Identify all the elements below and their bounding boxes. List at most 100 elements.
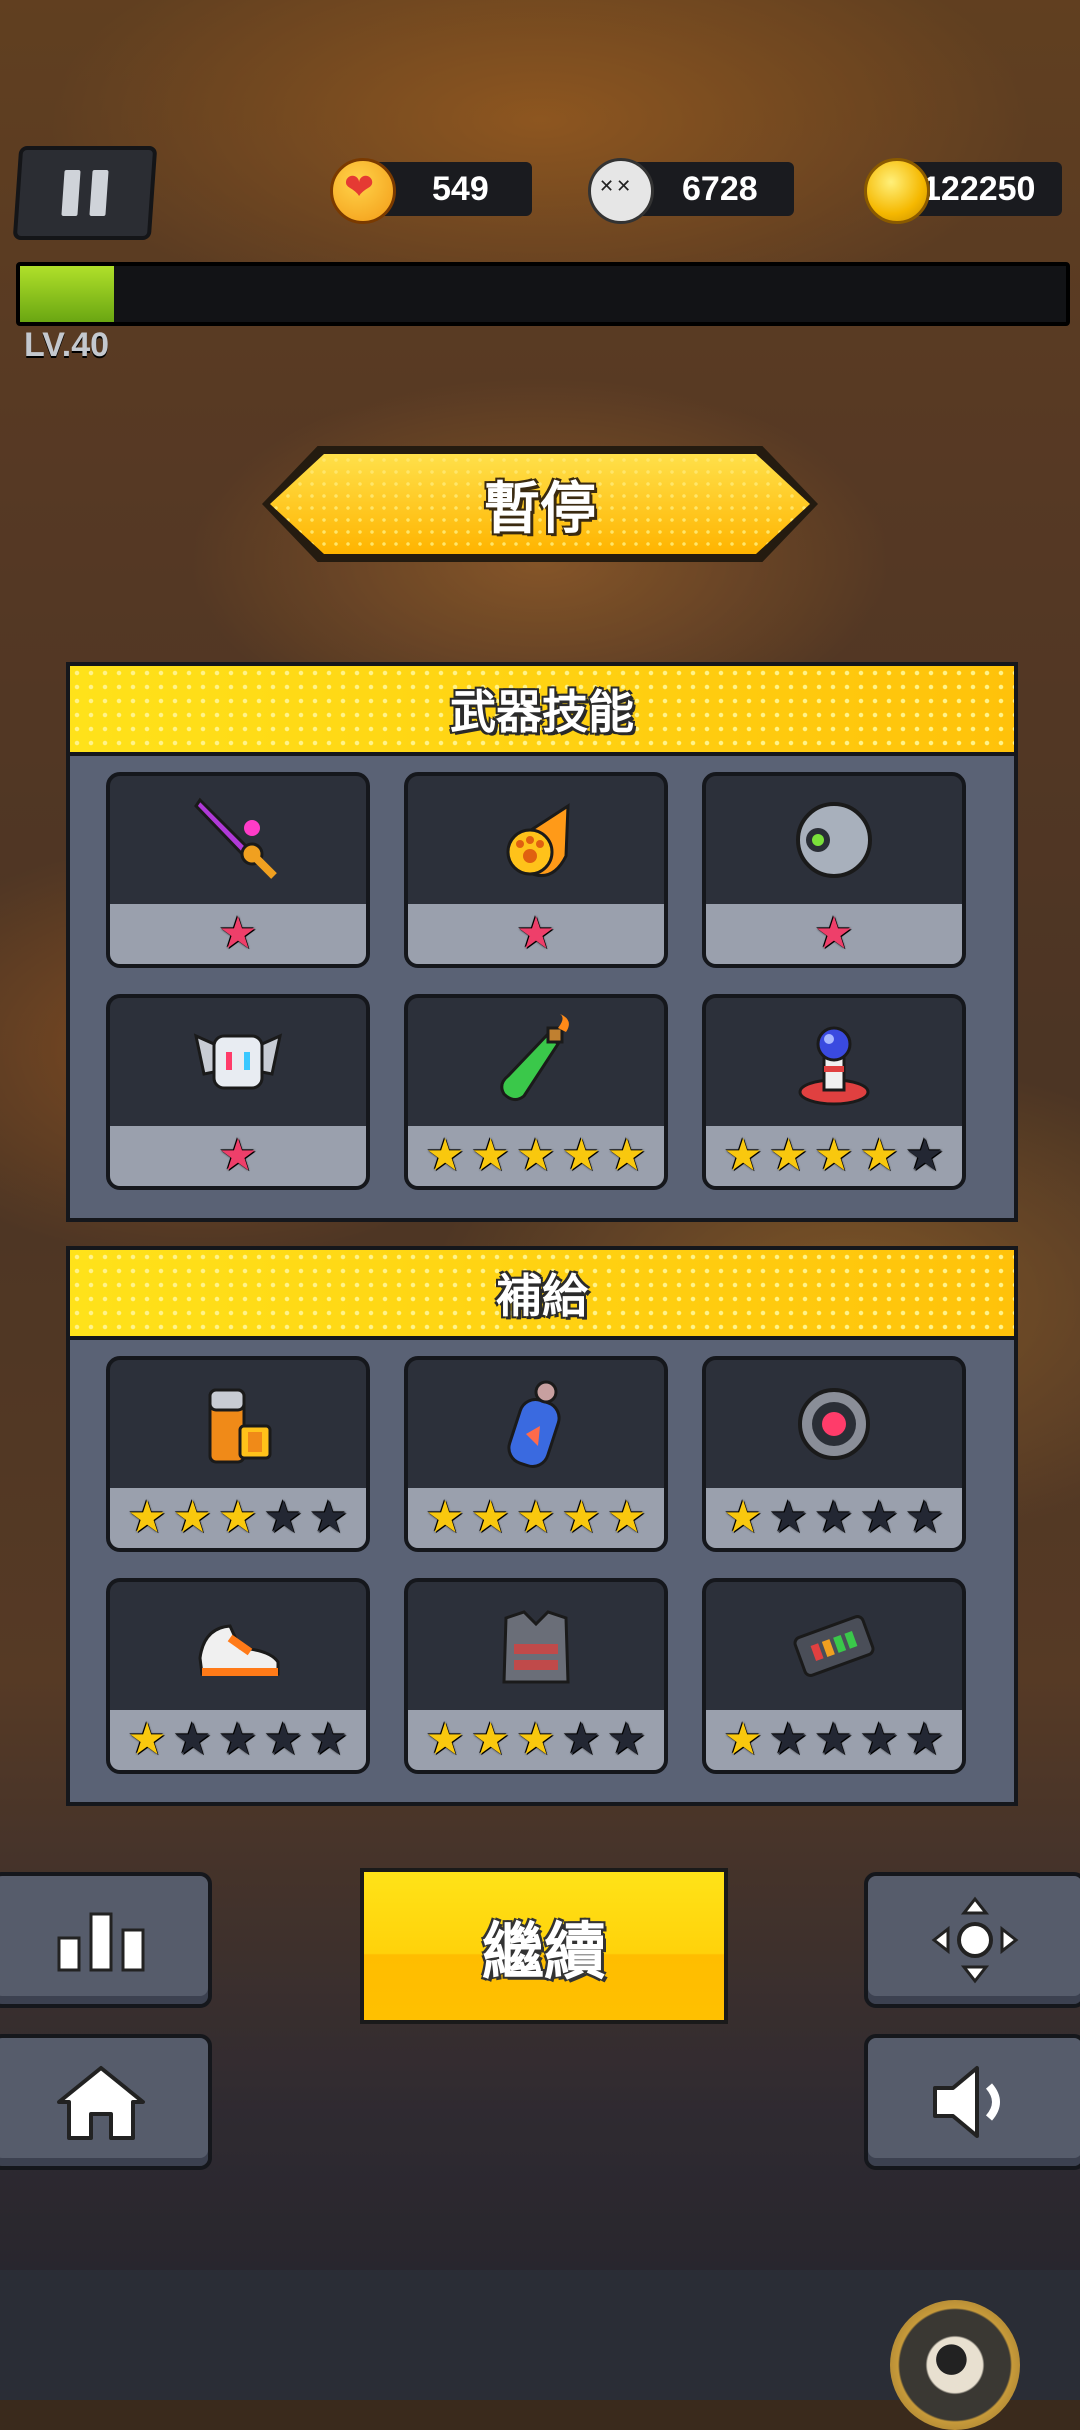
star-filled-icon: ★ (172, 1492, 213, 1543)
star-filled-icon: ★ (516, 1714, 556, 1765)
weapon-skill-card[interactable]: ★ (106, 994, 370, 1190)
weapon-skills-header: 武器技能 (70, 666, 1014, 756)
star-rating: ★ ★ ★ ★ ★ (408, 1126, 664, 1186)
xp-bar-fill (20, 266, 115, 322)
supply-header: 補給 (70, 1250, 1014, 1340)
star-filled-icon: ★ (218, 1492, 258, 1543)
pause-icon (61, 170, 81, 216)
robot-drone-icon (110, 998, 366, 1126)
star-filled-icon: ★ (425, 1492, 465, 1543)
orb-drone-icon (706, 776, 962, 904)
star-filled-icon: ★ (814, 908, 854, 959)
joystick-dpad-icon (931, 1896, 1019, 1984)
supply-item-card[interactable]: ★ ★ ★ ★ ★ (404, 1578, 668, 1774)
star-filled-icon: ★ (218, 908, 258, 959)
star-empty-icon: ★ (172, 1714, 213, 1765)
coins-counter: 122250 (864, 158, 1062, 224)
paw-fireball-icon (408, 776, 664, 904)
star-filled-icon: ★ (425, 1714, 465, 1765)
star-rating: ★ (408, 904, 664, 964)
lives-counter: 549 (330, 158, 532, 224)
lives-value: 549 (432, 169, 489, 208)
supply-item-card[interactable]: ★ ★ ★ ★ ★ (106, 1578, 370, 1774)
supply-item-card[interactable]: ★ ★ ★ ★ ★ (404, 1356, 668, 1552)
weapon-skill-card[interactable]: ★ (702, 772, 966, 968)
star-rating: ★ (110, 904, 366, 964)
star-empty-icon: ★ (905, 1714, 945, 1765)
oxygen-canister-icon (408, 1360, 664, 1488)
home-icon (57, 2066, 145, 2140)
supply-item-card[interactable]: ★ ★ ★ ★ ★ (106, 1356, 370, 1552)
star-filled-icon: ★ (561, 1492, 602, 1543)
star-filled-icon: ★ (127, 1714, 167, 1765)
star-empty-icon: ★ (905, 1130, 945, 1181)
star-filled-icon: ★ (607, 1130, 647, 1181)
star-empty-icon: ★ (607, 1714, 647, 1765)
supply-title: 補給 (496, 1269, 588, 1323)
star-filled-icon: ★ (425, 1130, 465, 1181)
pause-button[interactable] (12, 146, 158, 240)
coin-icon (864, 158, 930, 224)
star-rating: ★ (110, 1126, 366, 1186)
molotov-bottle-icon (408, 998, 664, 1126)
star-filled-icon: ★ (814, 1130, 854, 1181)
star-empty-icon: ★ (905, 1492, 945, 1543)
star-empty-icon: ★ (263, 1492, 304, 1543)
supply-grid: ★ ★ ★ ★ ★ ★ ★ ★ ★ ★ ★ ★ ★ ★ ★ ★ ★ ★ ★ ★ ★ ★ ★ ★ ★ ★ ★ ★ ★ ★ (106, 1356, 978, 1774)
star-rating: ★ ★ ★ ★ ★ (706, 1488, 962, 1548)
level-label: LV.40 (24, 326, 110, 364)
star-rating: ★ ★ ★ ★ ★ (408, 1710, 664, 1770)
star-empty-icon: ★ (814, 1714, 854, 1765)
star-filled-icon: ★ (470, 1130, 511, 1181)
star-rating: ★ ★ ★ ★ ★ (706, 1126, 962, 1186)
heart-icon (330, 158, 396, 224)
star-empty-icon: ★ (768, 1714, 809, 1765)
kills-counter: 6728 (588, 158, 794, 224)
battery-icon (110, 1360, 366, 1488)
star-empty-icon: ★ (309, 1714, 349, 1765)
bar-chart-icon (57, 1912, 145, 1972)
supply-panel: 補給 ★ ★ ★ ★ ★ ★ ★ ★ ★ ★ ★ ★ ★ ★ ★ ★ ★ ★ ★ ★ ★ ★ ★ ★ ★ ★ ★ ★ ★ ★ (66, 1246, 1018, 1806)
star-filled-icon: ★ (859, 1130, 900, 1181)
energy-chip-icon (706, 1582, 962, 1710)
star-empty-icon: ★ (859, 1714, 900, 1765)
star-empty-icon: ★ (561, 1714, 602, 1765)
weapon-skill-card[interactable]: ★ ★ ★ ★ ★ (404, 994, 668, 1190)
star-empty-icon: ★ (263, 1714, 304, 1765)
coins-value: 122250 (922, 169, 1036, 208)
controls-button[interactable] (864, 1872, 1080, 2008)
star-empty-icon: ★ (218, 1714, 258, 1765)
star-filled-icon: ★ (723, 1492, 763, 1543)
skull-icon (588, 158, 654, 224)
star-filled-icon: ★ (470, 1714, 511, 1765)
kills-value: 6728 (682, 169, 758, 208)
weapon-skills-title: 武器技能 (450, 685, 634, 739)
magnet-core-icon (706, 1360, 962, 1488)
star-rating: ★ ★ ★ ★ ★ (706, 1710, 962, 1770)
star-empty-icon: ★ (768, 1492, 809, 1543)
continue-button[interactable]: 繼續 (360, 1868, 728, 2024)
star-filled-icon: ★ (723, 1130, 763, 1181)
home-button[interactable] (0, 2034, 212, 2170)
sneaker-icon (110, 1582, 366, 1710)
sound-button[interactable] (864, 2034, 1080, 2170)
star-empty-icon: ★ (309, 1492, 349, 1543)
pause-title: 暫停 (484, 476, 596, 542)
xp-bar (16, 262, 1070, 326)
supply-item-card[interactable]: ★ ★ ★ ★ ★ (702, 1356, 966, 1552)
star-filled-icon: ★ (768, 1130, 809, 1181)
speaker-icon (933, 2066, 1000, 2138)
star-filled-icon: ★ (218, 1130, 258, 1181)
weapon-skill-card[interactable]: ★ ★ ★ ★ ★ (702, 994, 966, 1190)
weapon-skill-card[interactable]: ★ (106, 772, 370, 968)
pause-title-banner: 暫停 (262, 446, 818, 562)
star-empty-icon: ★ (859, 1492, 900, 1543)
supply-item-card[interactable]: ★ ★ ★ ★ ★ (702, 1578, 966, 1774)
stats-button[interactable] (0, 1872, 212, 2008)
tesla-coil-icon (706, 998, 962, 1126)
star-filled-icon: ★ (723, 1714, 763, 1765)
weapon-grid: ★ ★ ★ ★ ★ ★ ★ ★ ★ ★ ★ ★ ★ ★ (106, 772, 978, 1190)
star-filled-icon: ★ (127, 1492, 167, 1543)
weapon-skill-card[interactable]: ★ (404, 772, 668, 968)
paw-skill-icon[interactable] (890, 2300, 1020, 2430)
